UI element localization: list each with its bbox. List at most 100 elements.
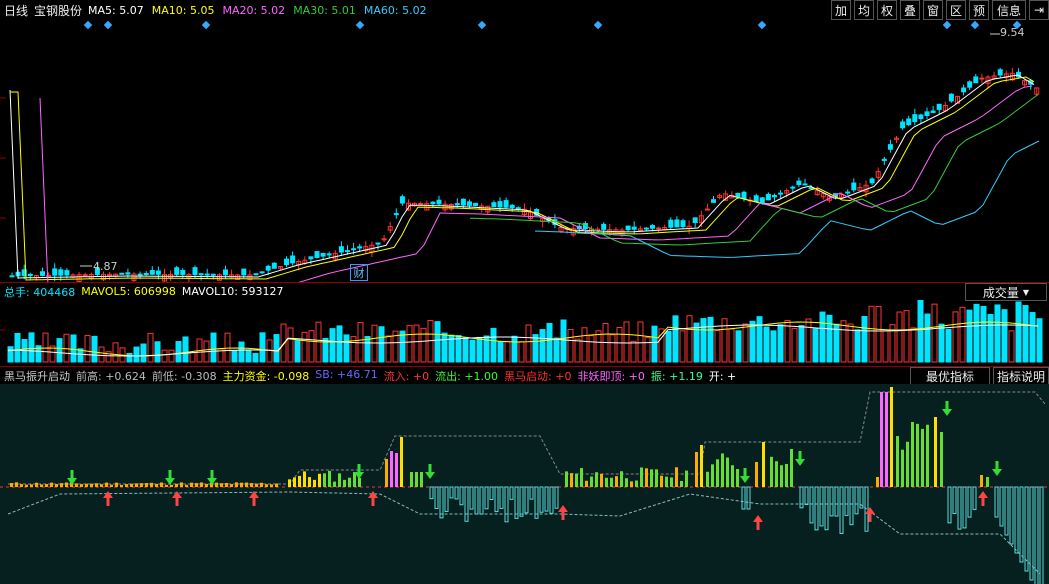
indicator-name[interactable]: 黑马振升启动 [4,368,70,384]
volume-bar [364,336,371,363]
indicator-bar [155,483,158,487]
up-arrow-icon [561,512,565,520]
indicator-value: 开: + [708,369,737,383]
candle-body [430,201,436,205]
down-arrow-icon [168,470,172,478]
indicator-bar [575,473,578,487]
volume-bar [896,311,903,363]
volume-bar [637,321,644,363]
volume-bar [168,349,175,363]
indicator-bar [323,473,326,487]
up-arrow-icon [106,498,110,506]
candle-body [741,191,747,199]
volume-bar [462,337,469,363]
volume-bar [140,343,147,363]
volume-bar [1022,305,1029,363]
indicator-bar [90,483,93,487]
candle-body [778,192,784,195]
indicator-bar [916,423,919,487]
financial-report-marker[interactable]: 财 [350,264,368,281]
up-arrow-icon [175,498,179,506]
volume-bar [1015,301,1022,363]
toolbar-button[interactable]: 加 [831,0,851,20]
indicator-bar [150,482,153,487]
indicator-bar [901,449,904,487]
indicator-bar [338,473,341,487]
candle-body [680,220,686,228]
ma-line [534,140,1040,258]
volume-bar [287,327,294,363]
candle-body [772,195,777,198]
indicator-explain-button[interactable]: 指标说明 [993,367,1049,385]
toolbar-button[interactable]: 信息 [992,0,1026,20]
toolbar-button[interactable]: 窗 [923,0,943,20]
candle-body [180,269,186,275]
indicator-bar [911,422,914,487]
volume-bar [938,323,945,363]
toolbar-button[interactable]: 均 [854,0,874,20]
ma-line [39,85,1033,282]
candle-body [967,81,973,88]
candle-body [961,87,967,93]
volume-bar [609,334,616,363]
volume-bar [336,325,343,363]
indicator-bar [288,479,291,487]
volume-bar [861,315,868,363]
volume-bar [224,332,231,363]
volume-dropdown[interactable]: 成交量 ▼ [965,283,1047,301]
up-arrow-icon [252,498,256,506]
indicator-bar [934,417,937,487]
indicator-bar [655,469,658,487]
indicator-bar [390,451,393,487]
toolbar-button[interactable]: 权 [877,0,897,20]
indicator-bar [880,392,883,487]
toolbar-button[interactable]: 预 [969,0,989,20]
indicator-bar [40,484,43,487]
volume-bar [511,335,518,363]
indicator-bar [343,479,346,487]
indicator-bar [308,477,311,487]
candle-body [643,227,649,230]
volume-bar [182,336,189,363]
toolbar-button[interactable]: 叠 [900,0,920,20]
candle-body [869,178,875,184]
best-indicator-button[interactable]: 最优指标 [910,367,990,385]
indicator-bar [170,484,173,487]
period-label[interactable]: 日线 [4,2,28,19]
indicator-chart[interactable] [0,384,1049,584]
indicator-bar [695,452,698,487]
indicator-bar [630,481,633,487]
indicator-bar [620,471,623,487]
indicator-bar [610,477,613,487]
indicator-bar [110,484,113,487]
indicator-bar [75,483,78,487]
volume-bar [371,324,378,363]
indicator-value: 前高: +0.624 [76,369,146,383]
volume-bar [595,330,602,363]
ma-legend-item: MA60: 5.02 [363,3,427,17]
price-chart[interactable] [0,18,1049,282]
up-arrow-icon [981,498,985,506]
indicator-bar [225,482,228,487]
volume-bar [378,326,385,363]
toolbar-button[interactable]: ⇥ [1029,0,1049,20]
volume-bar [231,349,238,363]
toolbar-button[interactable]: 区 [946,0,966,20]
event-marker [757,20,767,30]
indicator-bar [275,483,278,487]
volume-bar [343,334,350,363]
volume-bar [126,352,133,363]
indicator-bar [885,392,888,487]
max-price-label: 9.54 [1000,26,1025,39]
indicator-bar [770,456,773,487]
indicator-bar [762,442,765,487]
indicator-bar [711,464,714,487]
down-arrow-icon [945,401,949,409]
candle-body [625,225,631,231]
indicator-bar [640,467,643,487]
volume-chart[interactable] [0,300,1049,364]
indicator-bar [85,483,88,487]
volume-bar [700,318,707,363]
volume-bar [434,321,441,363]
volume-bar [539,329,546,363]
